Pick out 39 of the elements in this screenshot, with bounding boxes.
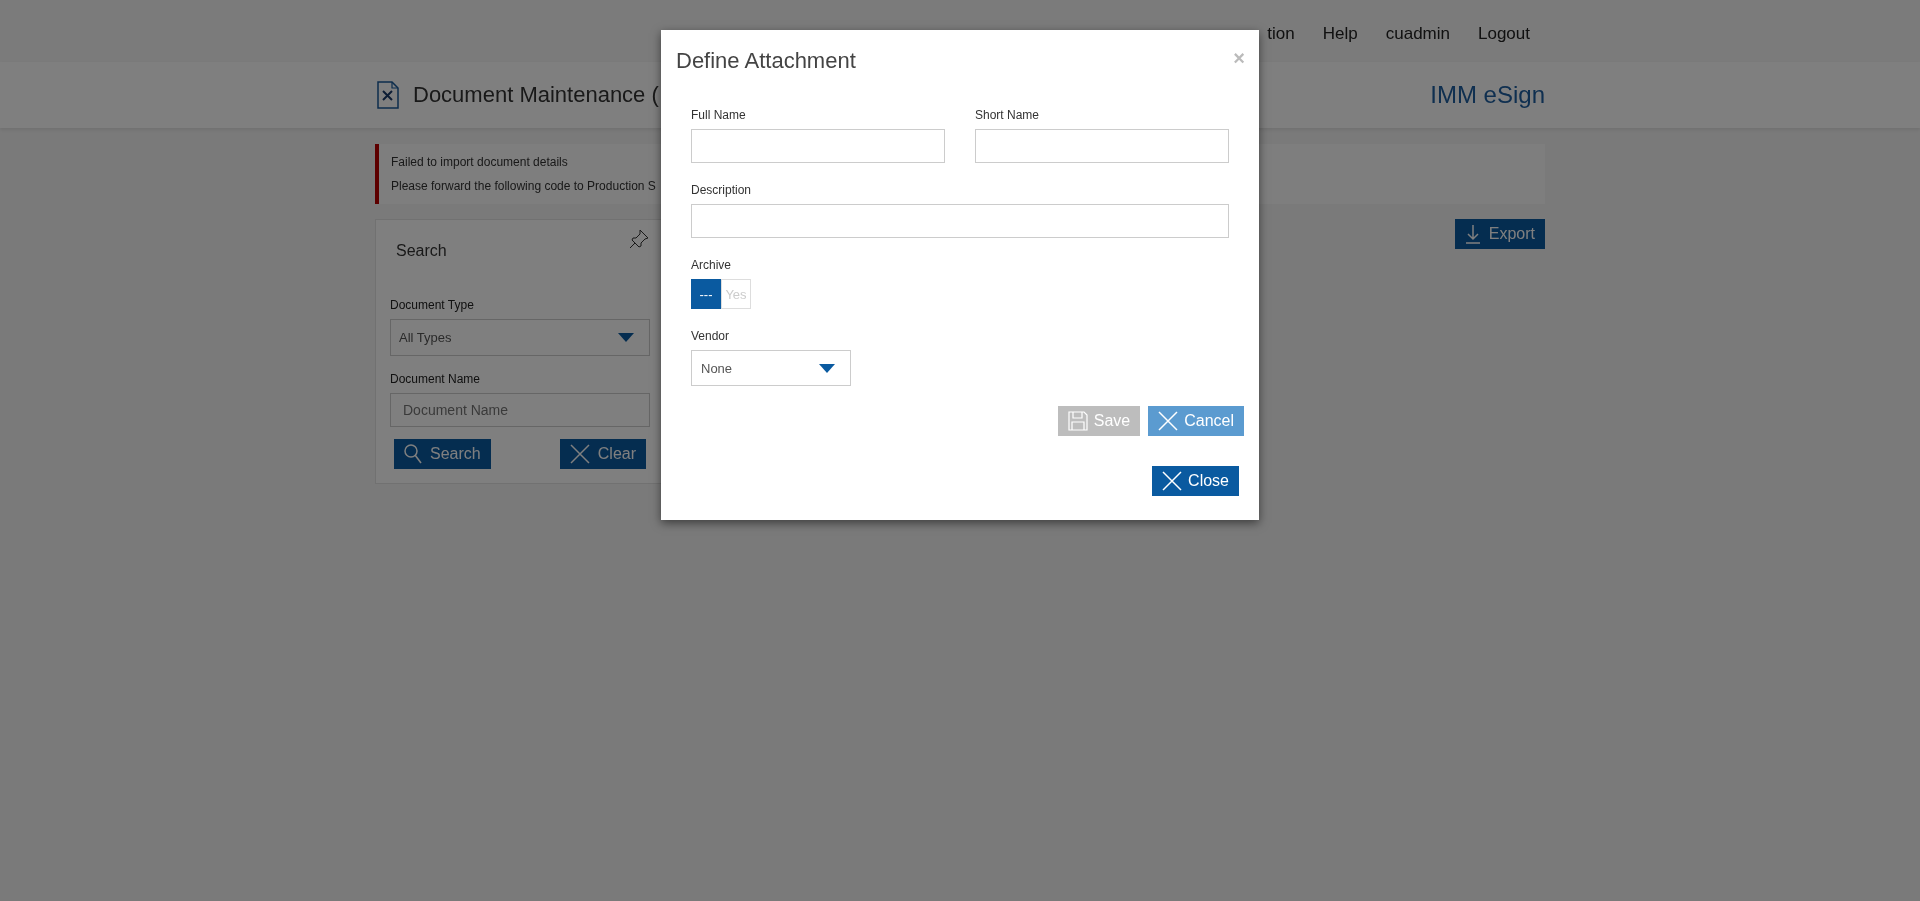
pin-icon[interactable] [628, 228, 650, 250]
page-title: Document Maintenance ( [413, 82, 659, 108]
cancel-button[interactable]: Cancel [1148, 406, 1244, 436]
nav-link[interactable]: cuadmin [1371, 24, 1464, 44]
close-button[interactable]: Close [1152, 466, 1239, 496]
field-label: Vendor [691, 329, 731, 343]
vendor-select[interactable]: None [691, 350, 851, 386]
alert-text: Failed to import document details [391, 155, 568, 169]
alert-text: Please forward the following code to Production S [391, 179, 656, 193]
close-icon [1158, 411, 1179, 431]
document-icon [377, 81, 399, 109]
panel-title: Search [396, 242, 447, 260]
document-name-field[interactable]: Document Name [390, 393, 650, 427]
close-button[interactable]: × [1233, 48, 1245, 68]
field-label: Document Type [390, 298, 475, 312]
short-name-field[interactable] [975, 129, 1229, 163]
full-name-field[interactable] [691, 129, 945, 163]
field-label: Document Name [390, 372, 482, 386]
dialog-title: Define Attachment [676, 48, 856, 74]
nav-link[interactable]: Help [1308, 24, 1372, 44]
toggle-option[interactable]: --- [691, 279, 721, 309]
field-label: Archive [691, 258, 732, 272]
export-button[interactable]: Export [1454, 219, 1545, 249]
search-button[interactable]: Search [394, 439, 491, 469]
brand-name: IMM eSign [1430, 81, 1545, 109]
caret-icon [618, 333, 634, 342]
search-icon [404, 444, 422, 464]
nav-link[interactable]: Logout [1464, 24, 1544, 44]
document-type-select[interactable]: All Types [390, 319, 650, 356]
close-icon [1162, 471, 1183, 491]
field-label: Description [691, 183, 753, 197]
field-label: Full Name [691, 108, 747, 122]
description-field[interactable] [691, 204, 1229, 238]
floppy-icon [1067, 411, 1088, 431]
field-label: Short Name [975, 108, 1041, 122]
clear-button[interactable]: Clear [559, 439, 646, 469]
caret-icon [819, 363, 835, 373]
download-icon [1464, 224, 1481, 244]
close-icon [569, 444, 590, 464]
